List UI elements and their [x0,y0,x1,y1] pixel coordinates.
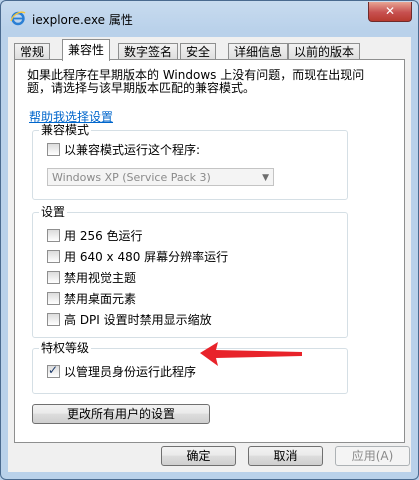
settings-title: 设置 [39,205,68,219]
close-button[interactable]: ✕ [368,2,412,22]
internet-explorer-icon [10,10,26,26]
option-disable-visual-themes-label: 禁用视觉主题 [64,271,137,285]
run-as-admin-row[interactable]: 以管理员身份运行此程序 [47,363,197,381]
os-version-select[interactable]: Windows XP (Service Pack 3) ▼ [47,168,274,186]
option-disable-visual-themes[interactable]: 禁用视觉主题 [47,271,136,287]
title-bar[interactable]: iexplore.exe 属性 ✕ [1,1,418,35]
compatibility-mode-title: 兼容模式 [39,123,92,137]
tab-compatibility[interactable]: 兼容性 [62,39,111,61]
compat-mode-checkbox[interactable] [47,143,60,156]
window-title: iexplore.exe 属性 [32,13,133,27]
change-all-users-button[interactable]: 更改所有用户的设置 [32,404,210,424]
dropdown-arrow-icon: ▼ [262,173,269,183]
option-disable-visual-themes-checkbox[interactable] [47,271,60,284]
option-disable-desktop-composition-checkbox[interactable] [47,292,60,305]
privilege-level-title: 特权等级 [39,341,92,355]
compatibility-mode-group: 兼容模式 以兼容模式运行这个程序: Windows XP (Service Pa… [32,123,348,200]
cancel-button[interactable]: 取消 [248,446,323,466]
dialog-client-area: 常规 兼容性 数字签名 安全 详细信息 以前的版本 如果此程序在早期版本的 Wi… [8,37,411,472]
run-as-admin-label: 以管理员身份运行此程序 [64,365,197,379]
option-disable-dpi-scaling-label: 高 DPI 设置时禁用显示缩放 [64,313,212,327]
os-version-value: Windows XP (Service Pack 3) [52,171,211,184]
option-640x480[interactable]: 用 640 x 480 屏幕分辨率运行 [47,250,228,266]
compat-mode-label: 以兼容模式运行这个程序: [64,143,201,157]
option-256-colors-checkbox[interactable] [47,229,60,242]
compatibility-panel: 如果此程序在早期版本的 Windows 上没有问题，而现在出现问题，请选择与该早… [14,59,405,443]
close-icon: ✕ [384,4,396,18]
run-as-admin-checkbox[interactable] [47,363,60,378]
intro-text: 如果此程序在早期版本的 Windows 上没有问题，而现在出现问题，请选择与该早… [27,68,365,95]
ok-button[interactable]: 确定 [161,446,236,466]
option-640x480-label: 用 640 x 480 屏幕分辨率运行 [64,250,229,264]
option-256-colors-label: 用 256 色运行 [64,229,143,243]
annotation-arrow-icon [200,342,302,366]
option-256-colors[interactable]: 用 256 色运行 [47,229,143,245]
option-disable-desktop-composition[interactable]: 禁用桌面元素 [47,292,136,308]
settings-group: 设置 用 256 色运行 用 640 x 480 屏幕分辨率运行 禁用视觉主题 … [32,205,348,338]
properties-dialog: iexplore.exe 属性 ✕ 常规 兼容性 数字签名 安全 详细信息 以前… [0,0,419,480]
option-disable-desktop-composition-label: 禁用桌面元素 [64,292,137,306]
option-640x480-checkbox[interactable] [47,250,60,263]
option-disable-dpi-scaling-checkbox[interactable] [47,313,60,326]
apply-button[interactable]: 应用(A) [335,446,410,466]
compat-mode-checkbox-row[interactable]: 以兼容模式运行这个程序: [47,143,200,159]
option-disable-dpi-scaling[interactable]: 高 DPI 设置时禁用显示缩放 [47,313,212,329]
